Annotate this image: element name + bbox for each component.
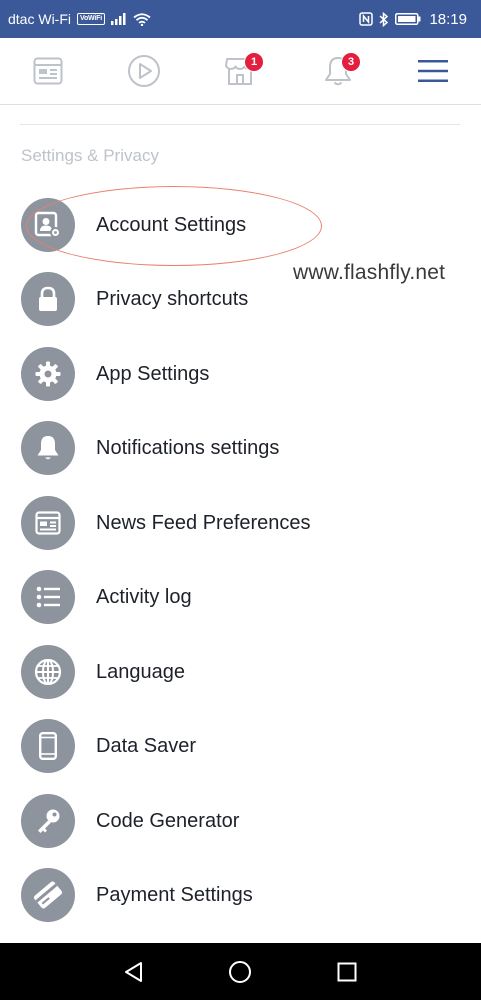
key-icon xyxy=(21,794,75,848)
tab-marketplace[interactable]: 1 xyxy=(210,38,270,104)
menu-item-label: Payment Settings xyxy=(96,884,253,906)
system-navigation-bar xyxy=(0,943,481,1000)
bluetooth-icon xyxy=(379,11,389,27)
menu-item-label: Notifications settings xyxy=(96,437,280,459)
menu-item-language[interactable]: Language xyxy=(0,635,481,709)
menu-item-label: App Settings xyxy=(96,363,210,385)
menu-item-notifications-settings[interactable]: Notifications settings xyxy=(0,411,481,485)
watermark: www.flashfly.net xyxy=(293,261,446,284)
recents-icon xyxy=(337,962,357,982)
menu-item-activity-log[interactable]: Activity log xyxy=(0,560,481,634)
wifi-icon xyxy=(133,12,151,26)
recents-button[interactable] xyxy=(332,957,362,987)
notifications-badge: 3 xyxy=(341,52,361,72)
back-button[interactable] xyxy=(119,957,149,987)
tab-news-feed[interactable] xyxy=(18,38,78,104)
phone-icon xyxy=(21,719,75,773)
tab-notifications[interactable]: 3 xyxy=(308,38,368,104)
credit-card-icon xyxy=(21,868,75,922)
menu-item-label: Account Settings xyxy=(96,214,247,236)
menu-item-label: Language xyxy=(96,661,185,683)
news-feed-icon xyxy=(33,57,63,85)
bell-icon xyxy=(21,421,75,475)
news-feed-icon xyxy=(21,496,75,550)
clock: 18:19 xyxy=(429,10,467,28)
top-navigation-bar: 1 3 xyxy=(0,38,481,105)
menu-item-label: Activity log xyxy=(96,586,192,608)
menu-item-app-settings[interactable]: App Settings xyxy=(0,337,481,411)
section-title: Settings & Privacy xyxy=(21,146,159,165)
menu-item-data-saver[interactable]: Data Saver xyxy=(0,709,481,783)
status-bar: dtac Wi-Fi VoWiFi 18:19 xyxy=(0,0,481,38)
menu-item-label: News Feed Preferences xyxy=(96,512,311,534)
home-icon xyxy=(229,961,251,983)
battery-icon xyxy=(395,13,421,25)
home-button[interactable] xyxy=(225,957,255,987)
menu-item-news-feed-preferences[interactable]: News Feed Preferences xyxy=(0,486,481,560)
watch-icon xyxy=(128,55,160,87)
globe-icon xyxy=(21,645,75,699)
list-icon xyxy=(21,570,75,624)
carrier-name: dtac Wi-Fi xyxy=(8,11,71,27)
back-icon xyxy=(125,962,142,982)
menu-item-label: Code Generator xyxy=(96,810,240,832)
menu-icon xyxy=(418,60,448,82)
signal-icon xyxy=(110,13,127,25)
menu-item-code-generator[interactable]: Code Generator xyxy=(0,784,481,858)
gear-icon xyxy=(21,347,75,401)
menu-item-label: Data Saver xyxy=(96,735,197,757)
lock-icon xyxy=(21,272,75,326)
divider xyxy=(20,124,460,125)
tab-menu[interactable] xyxy=(403,38,463,104)
menu-item-account-settings[interactable]: Account Settings xyxy=(0,188,481,262)
menu-item-label: Privacy shortcuts xyxy=(96,288,249,310)
menu-item-payment-settings[interactable]: Payment Settings xyxy=(0,858,481,932)
marketplace-badge: 1 xyxy=(244,52,264,72)
account-settings-icon xyxy=(21,198,75,252)
vowifi-badge: VoWiFi xyxy=(77,13,105,25)
nfc-icon xyxy=(359,12,374,26)
tab-watch[interactable] xyxy=(114,38,174,104)
